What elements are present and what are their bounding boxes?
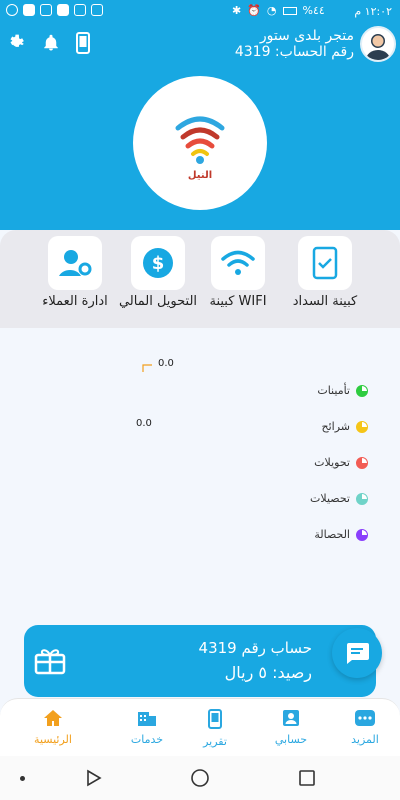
- nav-account[interactable]: حسابي: [256, 709, 326, 746]
- chart-marker: [142, 364, 152, 372]
- nav-report[interactable]: تقرير: [180, 709, 250, 748]
- battery-percent: %٤٤: [302, 4, 325, 17]
- back-icon[interactable]: [85, 769, 103, 787]
- svg-text:$: $: [152, 253, 165, 274]
- header-actions: [6, 32, 90, 54]
- gift-card-icon: [34, 649, 66, 675]
- legend-item: شرائح: [321, 420, 368, 433]
- brand-logo: النيل: [133, 76, 267, 210]
- gallery-icon: [74, 4, 86, 16]
- pie-icon: [356, 492, 368, 505]
- store-info: متجر بلدى ستور رقم الحساب: 4319: [235, 28, 354, 60]
- notifications-bell-icon[interactable]: [42, 33, 60, 53]
- app-notification-icon: [57, 4, 69, 16]
- nav-services[interactable]: خدمات: [112, 709, 182, 746]
- phone-check-icon: [312, 246, 338, 280]
- pie-icon: [356, 420, 368, 433]
- more-icon: [355, 710, 375, 726]
- chat-button[interactable]: [332, 628, 382, 678]
- service-money-transfer[interactable]: $ التحويل المالي: [113, 236, 203, 309]
- nav-more[interactable]: المزيد: [330, 709, 400, 746]
- service-customer-management[interactable]: ادارة العملاء: [30, 236, 120, 309]
- store-name: متجر بلدى ستور: [259, 28, 354, 44]
- services-icon: [138, 712, 156, 726]
- chart-value: 0.0: [158, 358, 174, 369]
- legend-item: تأمينات: [317, 384, 368, 397]
- sms-icon: [91, 4, 103, 16]
- balance-card[interactable]: حساب رقم 4319 رصيد: ٥ ريال: [24, 625, 376, 697]
- account-icon: [283, 710, 299, 726]
- recents-icon[interactable]: [298, 769, 316, 787]
- services-row: كبينة السداد WIFI كبينة $ التحويل المالي…: [0, 230, 400, 328]
- report-icon: [208, 709, 222, 729]
- app-notification-icon: [23, 4, 35, 16]
- pie-icon: [356, 384, 368, 397]
- account-number: رقم الحساب: 4319: [234, 44, 354, 60]
- avatar[interactable]: [360, 26, 396, 62]
- service-payment-cabin[interactable]: كبينة السداد: [280, 236, 370, 309]
- service-label: التحويل المالي: [118, 294, 198, 309]
- home-icon: [44, 710, 62, 726]
- clock: ١٢:٠٢ م: [354, 5, 392, 18]
- telegram-icon: [40, 4, 52, 16]
- logo-text: النيل: [187, 170, 213, 181]
- settings-icon[interactable]: [6, 33, 26, 53]
- system-dot: [20, 776, 25, 781]
- legend-item: تحصيلات: [310, 492, 368, 505]
- wifi-status-icon: ◔: [266, 4, 277, 17]
- balance-line: رصيد: ٥ ريال: [224, 663, 312, 682]
- notification-icons: [6, 4, 103, 16]
- service-wifi-cabin[interactable]: WIFI كبينة: [193, 236, 283, 309]
- whatsapp-icon: [6, 4, 18, 16]
- nav-home[interactable]: الرئيسية: [18, 709, 88, 746]
- service-label: WIFI كبينة: [209, 294, 267, 309]
- legend-item: تحويلات: [314, 456, 368, 469]
- service-label: كبينة السداد: [292, 294, 358, 309]
- wifi-icon: [221, 250, 255, 275]
- status-bar: ✱ ⏰ ◔ %٤٤ ١٢:٠٢ م: [0, 0, 400, 24]
- bluetooth-icon: ✱: [232, 4, 242, 17]
- legend-item: الحصالة: [314, 528, 368, 541]
- pie-icon: [356, 456, 368, 469]
- battery-icon: [282, 6, 297, 15]
- header: متجر بلدى ستور رقم الحساب: 4319 النيل: [0, 24, 400, 230]
- alarm-icon: ⏰: [247, 4, 261, 17]
- dollar-icon: $: [143, 248, 173, 278]
- users-gear-icon: [59, 250, 92, 276]
- home-circle-icon[interactable]: [190, 768, 210, 788]
- pie-icon: [356, 528, 368, 541]
- system-navigation-bar: [0, 756, 400, 800]
- account-line: حساب رقم 4319: [198, 639, 312, 657]
- chat-icon: [347, 643, 369, 664]
- service-label: ادارة العملاء: [42, 294, 108, 309]
- device-icon[interactable]: [76, 32, 90, 54]
- system-indicators: ✱ ⏰ ◔ %٤٤: [232, 4, 325, 17]
- chart-value: 0.0: [136, 418, 152, 429]
- bottom-navigation: المزيد حسابي تقرير خدمات الرئيسية: [0, 698, 400, 756]
